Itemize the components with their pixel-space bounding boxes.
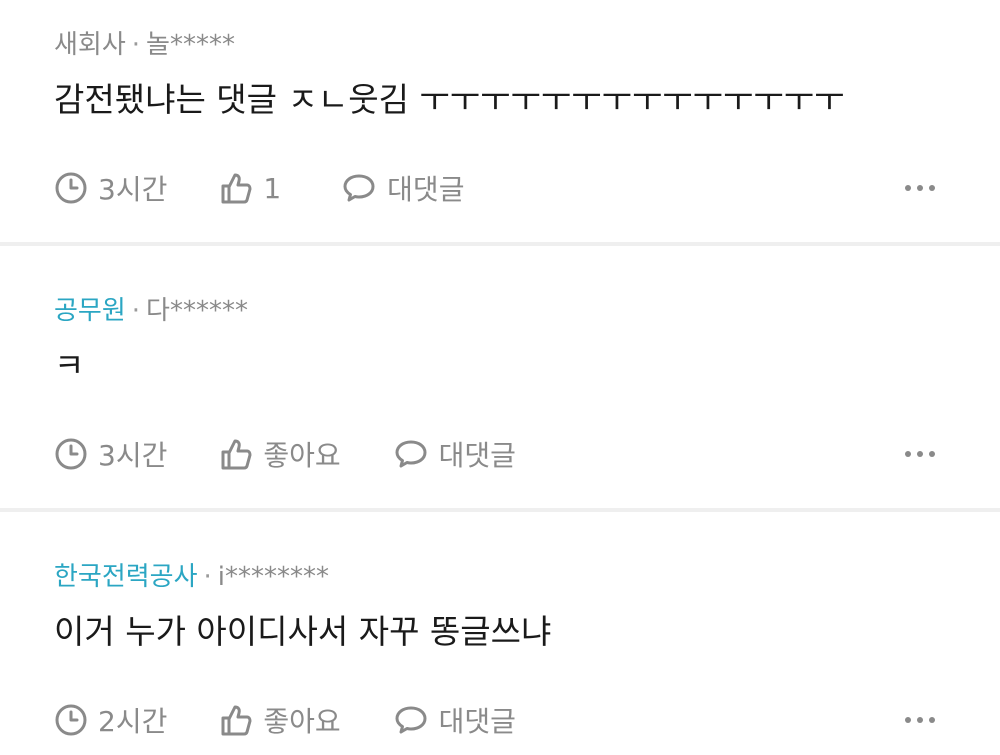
like-button[interactable]: 좋아요 xyxy=(219,434,341,474)
reply-label: 대댓글 xyxy=(387,173,465,206)
comment-actions: 3시간 1 대댓글 xyxy=(54,168,1000,208)
like-button[interactable]: 1 xyxy=(219,171,281,205)
time-label: 3시간 xyxy=(98,439,168,472)
reply-button[interactable]: 대댓글 xyxy=(393,434,516,474)
like-label: 1 xyxy=(263,171,282,205)
more-dots-icon xyxy=(905,185,935,191)
comment-item: 한국전력공사 · i******** 이거 누가 아이디사서 자꾸 똥글쓰냐 2시간… xyxy=(0,512,1000,755)
timestamp: 3시간 xyxy=(54,168,167,208)
clock-icon xyxy=(55,438,87,470)
comment-meta: 새회사 · 놀***** xyxy=(54,30,235,60)
thumbs-up-icon xyxy=(221,173,252,204)
thumbs-up-icon xyxy=(221,705,252,736)
clock-icon xyxy=(55,172,87,204)
reply-button[interactable]: 대댓글 xyxy=(393,700,516,740)
user-id: 놀***** xyxy=(146,30,235,60)
company-name[interactable]: 한국전력공사 xyxy=(54,562,198,592)
more-dots-icon xyxy=(905,451,935,457)
comment-item: 공무원 · 다****** ㅋ 3시간 좋아요 대댓글 xyxy=(0,246,1000,508)
thumbs-up-icon xyxy=(221,439,252,470)
more-dots-icon xyxy=(905,717,935,723)
like-label: 좋아요 xyxy=(263,439,341,472)
comment-meta: 공무원 · 다****** xyxy=(54,296,248,326)
more-button[interactable] xyxy=(904,434,936,474)
comment-item: 새회사 · 놀***** 감전됐냐는 댓글 ㅈㄴ웃김 ㅜㅜㅜㅜㅜㅜㅜㅜㅜㅜㅜㅜㅜㅜ … xyxy=(0,0,1000,242)
reply-button[interactable]: 대댓글 xyxy=(341,168,464,208)
user-id: i******** xyxy=(217,562,330,592)
comment-actions: 3시간 좋아요 대댓글 xyxy=(54,434,1000,474)
speech-bubble-icon xyxy=(343,174,375,202)
time-label: 3시간 xyxy=(98,173,168,206)
company-name: 새회사 xyxy=(54,30,126,60)
timestamp: 3시간 xyxy=(54,434,167,474)
like-button[interactable]: 좋아요 xyxy=(219,700,341,740)
comment-actions: 2시간 좋아요 대댓글 xyxy=(54,700,1000,740)
user-id: 다****** xyxy=(146,296,248,326)
meta-separator: · xyxy=(203,562,212,592)
meta-separator: · xyxy=(131,30,141,60)
more-button[interactable] xyxy=(904,168,936,208)
company-name[interactable]: 공무원 xyxy=(54,296,126,326)
speech-bubble-icon xyxy=(395,440,427,468)
comment-body: 감전됐냐는 댓글 ㅈㄴ웃김 ㅜㅜㅜㅜㅜㅜㅜㅜㅜㅜㅜㅜㅜㅜ xyxy=(54,80,845,119)
clock-icon xyxy=(55,704,87,736)
comment-body: ㅋ xyxy=(54,346,85,385)
speech-bubble-icon xyxy=(395,706,427,734)
like-label: 좋아요 xyxy=(263,705,341,738)
meta-separator: · xyxy=(131,296,141,326)
reply-label: 대댓글 xyxy=(438,439,516,472)
reply-label: 대댓글 xyxy=(438,705,516,738)
timestamp: 2시간 xyxy=(54,700,167,740)
more-button[interactable] xyxy=(904,700,936,740)
time-label: 2시간 xyxy=(98,705,168,738)
comment-meta: 한국전력공사 · i******** xyxy=(54,562,329,592)
comment-body: 이거 누가 아이디사서 자꾸 똥글쓰냐 xyxy=(54,612,552,651)
